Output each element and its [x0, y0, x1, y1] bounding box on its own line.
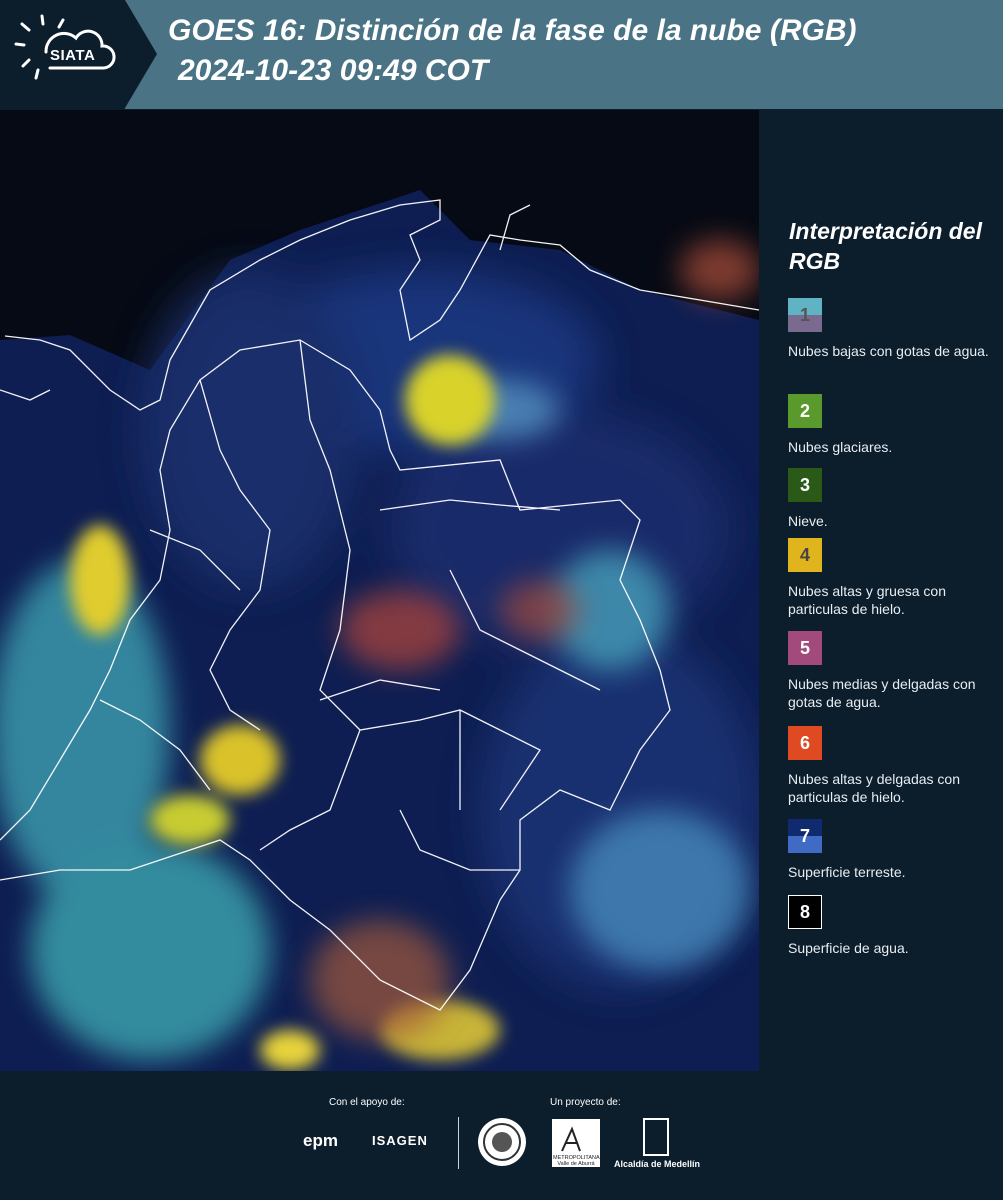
legend-item-7: 7 Superficie terreste.: [788, 819, 1003, 881]
legend-item-2: 2 Nubes glaciares.: [788, 394, 1003, 456]
area-metropolitana-text: METROPOLITANA Valle de Aburrá: [553, 1155, 600, 1167]
legend-swatch-1: 1: [788, 298, 822, 332]
project-label: Un proyecto de:: [550, 1097, 621, 1108]
seal-logo: [478, 1118, 526, 1166]
legend-number: 2: [799, 400, 810, 421]
legend-item-5: 5 Nubes medias y delgadas con gotas de a…: [788, 631, 1003, 711]
legend-label: Superficie terreste.: [788, 864, 906, 880]
legend-number: 1: [799, 304, 810, 325]
logo-arrow: [125, 0, 157, 108]
footer-divider: [458, 1117, 459, 1169]
seal-icon: [483, 1123, 521, 1161]
legend-item-1: 1 Nubes bajas con gotas de agua.: [788, 298, 1003, 360]
legend-item-3: 3 Nieve.: [788, 468, 1003, 530]
legend-item-8: 8 Superficie de agua.: [788, 895, 1003, 957]
legend-number: 3: [799, 474, 810, 495]
legend-swatch-4: 4: [788, 538, 822, 572]
legend-title: Interpretación del RGB: [789, 218, 982, 274]
legend-label: Superficie de agua.: [788, 940, 909, 956]
legend-item-4: 4 Nubes altas y gruesa con particulas de…: [788, 538, 1003, 618]
isagen-logo: ISAGEN: [372, 1133, 428, 1148]
legend-swatch-2: 2: [788, 394, 822, 428]
legend-swatch-8: 8: [788, 895, 822, 929]
support-label: Con el apoyo de:: [329, 1097, 405, 1108]
legend-label: Nubes altas y gruesa con particulas de h…: [788, 583, 946, 617]
legend-panel: Interpretación del RGB 1 Nubes bajas con…: [760, 110, 1003, 1071]
legend-swatch-5: 5: [788, 631, 822, 665]
logo-block: SIATA: [0, 0, 125, 109]
legend-label: Nubes glaciares.: [788, 439, 893, 455]
legend-number: 5: [799, 637, 810, 658]
epm-logo: epm: [303, 1131, 338, 1150]
legend-swatch-7: 7: [788, 819, 822, 853]
legend-label: Nubes altas y delgadas con particulas de…: [788, 771, 960, 805]
legend-label: Nubes bajas con gotas de agua.: [788, 343, 989, 359]
page-timestamp: 2024-10-23 09:49 COT: [178, 54, 489, 87]
satellite-map[interactable]: [0, 110, 759, 1071]
satellite-map-image: [0, 110, 759, 1071]
page-title: GOES 16: Distinción de la fase de la nub…: [168, 14, 857, 47]
legend-number: 4: [799, 544, 810, 565]
header: SIATA GOES 16: Distinción de la fase de …: [0, 0, 1003, 109]
legend-item-6: 6 Nubes altas y delgadas con particulas …: [788, 726, 1003, 806]
alcaldia-text: Alcaldía de Medellín: [614, 1159, 701, 1169]
legend-number: 8: [799, 901, 810, 922]
legend-label: Nubes medias y delgadas con gotas de agu…: [788, 676, 976, 710]
legend-number: 6: [799, 732, 810, 753]
legend-swatch-3: 3: [788, 468, 822, 502]
legend-swatch-6: 6: [788, 726, 822, 760]
siata-logo-text: SIATA: [50, 47, 96, 64]
alcaldia-shield-icon: [643, 1118, 669, 1156]
legend-number: 7: [799, 825, 810, 846]
legend-label: Nieve.: [788, 513, 828, 529]
footer: Con el apoyo de: Un proyecto de: epm ISA…: [0, 1071, 1003, 1200]
